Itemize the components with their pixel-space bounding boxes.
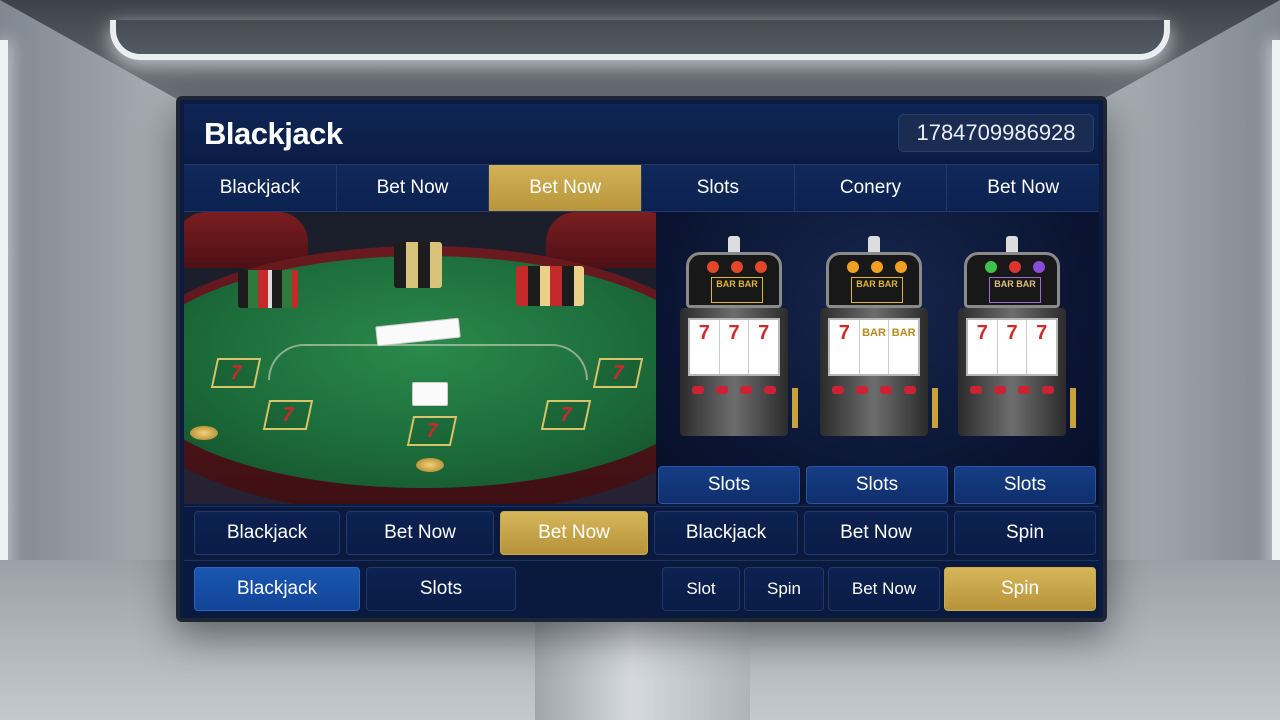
table-arc-marking <box>268 344 588 380</box>
reel-1: 7 <box>968 320 998 374</box>
seven-mark-3: 7 <box>406 416 458 446</box>
slots-button-1[interactable]: Slots <box>658 466 800 504</box>
tab-slots[interactable]: Slots <box>642 165 795 211</box>
spin-button[interactable]: Spin <box>954 511 1096 555</box>
topper: BAR BAR <box>826 252 922 308</box>
tab-bet-now-2[interactable]: Bet Now <box>947 165 1100 211</box>
blackjack-button-primary[interactable]: Blackjack <box>194 567 360 611</box>
slots-button[interactable]: Slots <box>366 567 516 611</box>
balance-display: 1784709986928 <box>898 114 1094 152</box>
topper-bar-text: BAR BAR <box>989 277 1041 303</box>
slots-button-2[interactable]: Slots <box>806 466 948 504</box>
chip-stack-left <box>238 270 298 308</box>
machine-body: 7 7 7 <box>680 308 798 436</box>
slot-machine-3: BAR BAR 7 7 7 <box>956 236 1076 436</box>
seven-mark-5: 7 <box>592 358 644 388</box>
machine-buttons <box>970 386 1054 396</box>
tab-bar: Blackjack Bet Now Bet Now Slots Conery B… <box>184 164 1100 212</box>
reel-2: BAR <box>860 320 890 374</box>
monitor-stand <box>535 610 750 720</box>
slot-lever <box>932 388 938 428</box>
reel-1: 7 <box>830 320 860 374</box>
reel-2: 7 <box>998 320 1028 374</box>
bet-now-button-highlight[interactable]: Bet Now <box>500 511 648 555</box>
reel-3: 7 <box>758 322 770 344</box>
machine-buttons <box>692 386 776 396</box>
slot-machine-2: BAR BAR 7 BAR BAR <box>818 236 938 436</box>
spin-button-small[interactable]: Spin <box>744 567 824 611</box>
reel-3: 7 <box>1036 322 1048 344</box>
beacon <box>868 236 880 252</box>
beacon <box>1006 236 1018 252</box>
spin-button-gold[interactable]: Spin <box>944 567 1096 611</box>
slot-machines-image: BAR BAR 7 7 7 BAR BAR 7 BAR BAR BAR BAR … <box>656 212 1099 504</box>
seven-mark-4: 7 <box>540 400 592 430</box>
seven-mark-2: 7 <box>262 400 314 430</box>
action-row-2: Blackjack Slots Slot Spin Bet Now Spin <box>184 560 1099 618</box>
page-title: Blackjack <box>204 116 343 151</box>
reels: 7 7 7 <box>966 318 1058 376</box>
machine-body: 7 BAR BAR <box>820 308 938 436</box>
right-wall-light <box>1272 40 1280 600</box>
topper-bar-text: BAR BAR <box>711 277 763 303</box>
reel-1: 7 <box>690 320 720 374</box>
seven-mark-1: 7 <box>210 358 262 388</box>
topper-lights <box>985 261 1045 273</box>
blackjack-table-image: 7 7 7 7 7 <box>184 212 656 504</box>
slots-button-3[interactable]: Slots <box>954 466 1096 504</box>
topper-bar-text: BAR BAR <box>851 277 903 303</box>
header-bar: Blackjack 1784709986928 <box>184 104 1099 160</box>
bet-now-button-small[interactable]: Bet Now <box>828 567 940 611</box>
left-wall-light <box>0 40 8 600</box>
tab-bet-now[interactable]: Bet Now <box>336 165 490 211</box>
beacon <box>728 236 740 252</box>
machine-buttons <box>832 386 916 396</box>
reels: 7 7 7 <box>688 318 780 376</box>
slot-lever <box>792 388 798 428</box>
reels: 7 BAR BAR <box>828 318 920 376</box>
blackjack-button[interactable]: Blackjack <box>194 511 340 555</box>
ceiling-light-strip <box>110 20 1170 60</box>
chip-stack-right <box>516 266 584 306</box>
monitor-screen: Blackjack 1784709986928 Blackjack Bet No… <box>176 96 1107 622</box>
tab-blackjack[interactable]: Blackjack <box>184 165 337 211</box>
topper: BAR BAR <box>686 252 782 308</box>
slot-lever <box>1070 388 1076 428</box>
chip-cup-center <box>416 458 444 472</box>
tab-bet-now-active[interactable]: Bet Now <box>489 165 643 211</box>
chip-stack-center <box>394 242 442 288</box>
tab-conery[interactable]: Conery <box>794 165 948 211</box>
action-row-1: Blackjack Bet Now Bet Now Blackjack Bet … <box>184 506 1099 558</box>
chip-cup-left <box>190 426 218 440</box>
machine-body: 7 7 7 <box>958 308 1076 436</box>
reel-2: 7 <box>720 320 750 374</box>
slot-button[interactable]: Slot <box>662 567 740 611</box>
topper: BAR BAR <box>964 252 1060 308</box>
bet-now-button-2[interactable]: Bet Now <box>804 511 948 555</box>
reel-3: BAR <box>891 327 916 339</box>
topper-lights <box>847 261 907 273</box>
bet-now-button[interactable]: Bet Now <box>346 511 494 555</box>
slot-machine-1: BAR BAR 7 7 7 <box>678 236 798 436</box>
card-player <box>412 382 448 406</box>
topper-lights <box>707 261 767 273</box>
blackjack-button-2[interactable]: Blackjack <box>654 511 798 555</box>
